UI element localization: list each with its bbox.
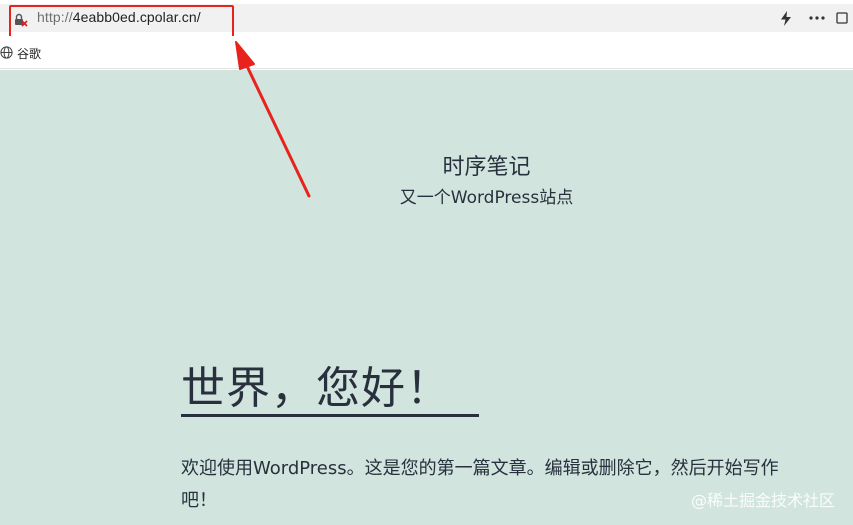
extensions-icon[interactable] [835,9,849,27]
watermark: @稀土掘金技术社区 [690,491,835,510]
site-title[interactable]: 时序笔记 [0,149,853,181]
bookmark-item[interactable]: 谷歌 [0,45,41,62]
page-content: 时序笔记 又一个WordPress站点 世界，您好！ 欢迎使用WordPress… [0,70,853,525]
bookmarks-bar: 谷歌 [0,36,853,69]
site-description: 又一个WordPress站点 [399,188,574,208]
bolt-icon[interactable] [776,9,796,27]
globe-icon [0,45,13,62]
bookmark-label: 谷歌 [17,47,42,61]
address-bar: http://4eabb0ed.cpolar.cn/ [0,0,853,43]
post-title-link[interactable]: 世界，您好！ [181,364,479,417]
more-icon[interactable] [807,9,827,27]
